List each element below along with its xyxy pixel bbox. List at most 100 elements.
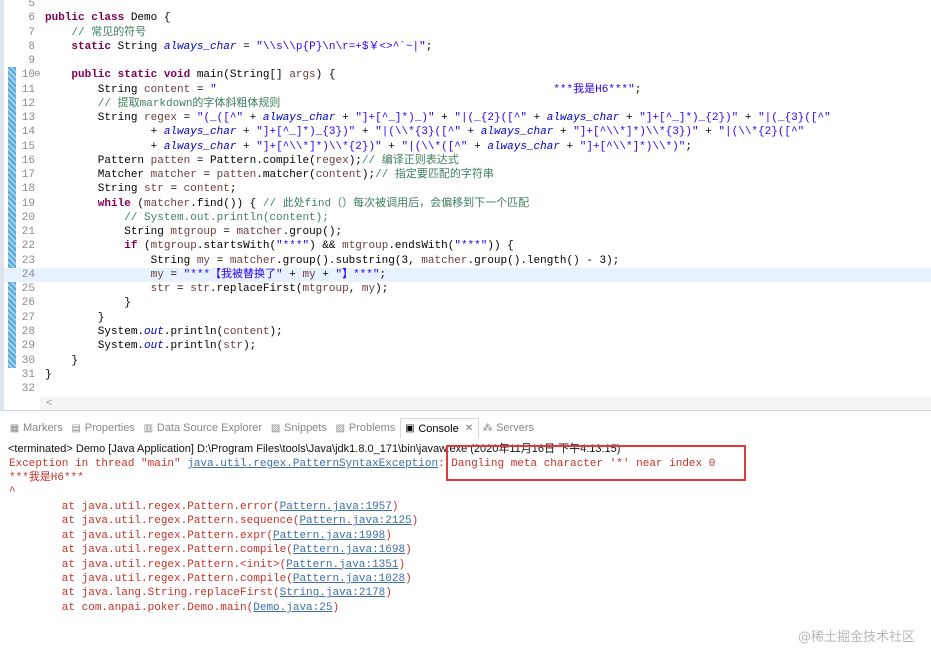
stack-method: at java.util.regex.Pattern.<init>( [9,558,287,571]
source-link[interactable]: Pattern.java:2125 [299,515,411,527]
code-token: + [355,126,376,139]
code-line[interactable]: 12 // 提取markdown的字体斜粗体规则 [4,97,931,111]
source-link[interactable]: Demo.java:25 [253,602,332,614]
code-line[interactable]: 9 [4,54,931,68]
code-token: String [117,40,164,53]
source-link[interactable]: Pattern.java:1028 [293,573,405,585]
code-line[interactable]: 7 // 常见的符号 [4,26,931,40]
code-line[interactable]: 6 public class Demo { [4,11,931,25]
code-line[interactable]: 31} [4,368,931,382]
code-line[interactable]: 27 } [4,311,931,325]
source-link[interactable]: Pattern.java:1351 [286,559,398,571]
stack-method: at java.util.regex.Pattern.expr( [9,529,274,542]
code-token: + [434,112,455,125]
code-token: + [45,126,164,139]
code-line[interactable]: 16 Pattern patten = Pattern.compile(rege… [4,154,931,168]
code-token: } [45,354,79,367]
code-token: + [236,140,257,153]
code-line[interactable]: 18 String str = content; [4,182,931,196]
code-line[interactable]: 30 } [4,354,931,368]
code-token: System. [45,325,145,338]
code-line[interactable]: 17 Matcher matcher = patten.matcher(cont… [4,168,931,182]
code-token: .find()) { [190,197,263,210]
code-token: .replaceFirst( [210,283,303,296]
tab-label: Console [418,422,459,435]
code-token: } [45,311,105,324]
code-line[interactable]: 25 str = str.replaceFirst(mtgroup, my); [4,282,931,296]
code-line[interactable]: 14 + always_char + "]+[^_]*)_{3})" + "|(… [4,125,931,139]
code-line[interactable]: 24 my = "***【我被替换了" + my + "】***"; [4,267,931,283]
code-token: main(String[] [196,69,290,82]
line-number: 19 [21,197,35,210]
close-paren: ) [385,529,392,542]
code-line[interactable]: 5 [4,0,931,11]
code-line[interactable]: 19 while (matcher.find()) { // 此处find（）每… [4,197,931,211]
code-token: mtgroup [170,226,217,239]
code-line[interactable]: 20 // System.out.println(content); [4,211,931,225]
code-token: while [45,197,138,210]
code-token: ; [229,183,237,196]
source-link[interactable]: Pattern.java:1698 [293,544,405,556]
stack-frame: at java.lang.String.replaceFirst(String.… [9,586,392,600]
tab-snippets[interactable]: ▧ Snippets [267,418,332,438]
code-token: String [45,83,145,96]
code-line[interactable]: 23 String my = matcher.group().substring… [4,254,931,268]
data-source-icon: ▥ [143,422,154,434]
code-token: "]+[^_]*)_{2})" [639,112,739,125]
code-token: content [315,169,362,182]
code-token: .group().length() - 3); [467,254,620,267]
code-line[interactable]: 11 String content = " ***我是H6***"; [4,83,931,97]
code-token: "]+[^\\*]*)\\*{3})" [573,126,699,139]
code-token: always_char [163,126,237,139]
code-text: String str = content; [45,182,237,196]
code-token: ); [269,325,283,338]
line-number: 27 [21,311,35,324]
code-token: .group(); [282,226,343,239]
horizontal-scrollbar[interactable]: < [40,397,931,410]
code-line[interactable]: 28 System.out.println(content); [4,325,931,339]
exception-class-link[interactable]: java.util.regex.PatternSyntaxException [187,458,438,470]
close-icon[interactable]: ✕ [465,423,473,434]
code-token: static [45,40,118,53]
code-line[interactable]: 22 if (mtgroup.startsWith("***") && mtgr… [4,239,931,253]
code-text: public static void main(String[] args) { [45,68,335,82]
code-token: ) { [315,69,336,82]
code-token: // 提取markdown的字体斜粗体规则 [45,97,281,110]
tab-problems[interactable]: ▨ Problems [332,418,400,438]
tab-console[interactable]: ▣ Console ✕ [400,418,480,438]
code-line[interactable]: 10 ⊖ public static void main(String[] arg… [4,68,931,82]
tab-properties[interactable]: ▤ Properties [68,418,140,438]
code-line[interactable]: 13 String regex = "(_([^" + always_char … [4,111,931,125]
code-token: str [144,183,164,196]
code-line[interactable]: 29 System.out.println(str); [4,339,931,353]
stack-frame: at java.util.regex.Pattern.compile(Patte… [9,572,412,586]
line-number: 20 [21,211,35,224]
code-line[interactable]: 8 static String always_char = "\\s\\p{P}… [4,40,931,54]
close-paren: ) [411,515,419,528]
code-line[interactable]: 26 } [4,296,931,310]
code-line[interactable]: 21 String mtgroup = matcher.group(); [4,225,931,239]
code-token: my [361,283,376,296]
tab-label: Problems [348,422,396,434]
source-link[interactable]: Pattern.java:1998 [273,530,385,542]
tab-label: Snippets [284,422,327,434]
fold-toggle-icon[interactable]: ⊖ [34,68,41,82]
code-line[interactable]: 15 + always_char + "]+[^\\*]*)\\*{2})" +… [4,140,931,154]
scroll-left-icon[interactable]: < [46,397,52,409]
code-line[interactable]: 32 [4,382,931,396]
code-token: ; [379,268,387,281]
code-token: "]+[^\\*]*)\\*)" [579,140,686,153]
source-link[interactable]: Pattern.java:1957 [280,501,392,513]
tab-servers[interactable]: ⁂ Servers [479,418,539,438]
tab-data-source-explorer[interactable]: ▥ Data Source Explorer [140,418,267,438]
code-token: String [45,254,197,267]
code-token: "***【我被替换了" [183,268,283,281]
tab-markers[interactable]: ▦ Markers [6,418,68,438]
code-token: = [236,40,257,53]
markers-icon: ▦ [9,422,20,434]
code-token: = [210,254,230,267]
view-tab-bar: ▦ Markers ▤ Properties ▥ Data Source Explorer… [0,418,931,438]
code-editor[interactable]: 5 6 public class Demo {7 // 常见的符号 8 static … [0,0,931,411]
code-token: + [282,268,303,281]
source-link[interactable]: String.java:2178 [280,587,386,599]
